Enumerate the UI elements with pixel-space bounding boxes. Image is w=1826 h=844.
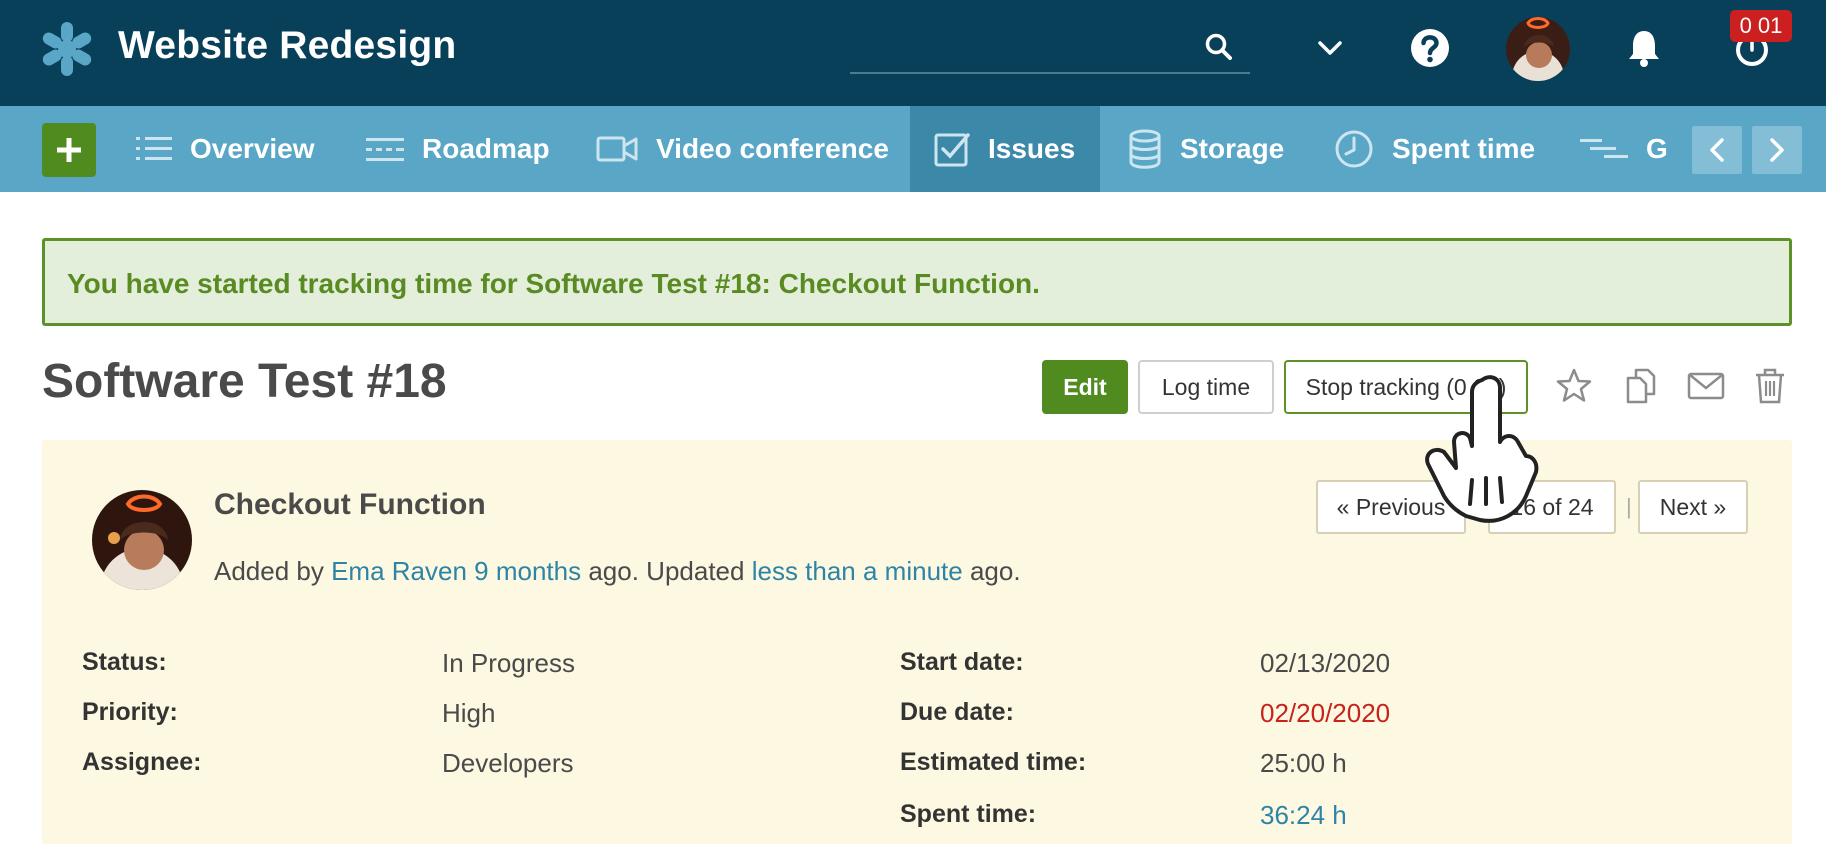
pager-separator: | [1626,494,1632,519]
copy-icon[interactable] [1620,366,1660,406]
tab-label: Issues [988,133,1076,164]
meta-middle: ago. Updated [581,556,752,586]
checkbox-icon [934,133,970,167]
search-icon[interactable] [1204,32,1234,62]
issue-meta: Added by Ema Raven 9 months ago. Updated… [214,556,1021,587]
spent-time-value[interactable]: 36:24 h [1260,800,1347,831]
clock-icon [1335,130,1373,168]
gantt-icon [1580,139,1628,158]
tab-label: Overview [190,133,315,164]
author-avatar[interactable] [92,490,192,590]
chevron-left-icon [1710,138,1724,162]
created-ago-link[interactable]: 9 months [474,556,581,586]
list-icon [136,137,172,160]
spent-time-label: Spent time: [900,800,1037,828]
assignee-label: Assignee: [82,748,202,776]
page-title: Software Test #18 [42,355,447,408]
hand-cursor-icon [1425,375,1539,523]
flash-notice: You have started tracking time for Softw… [42,238,1792,326]
start-date-value: 02/13/2020 [1260,648,1391,678]
tab-label: Video conference [656,133,889,164]
status-label: Status: [82,648,167,676]
tab-gantt[interactable]: G [1580,106,1668,192]
due-date-value: 02/20/2020 [1260,698,1391,728]
due-date-label: Due date: [900,698,1014,726]
estimated-time-label: Estimated time: [900,748,1087,776]
author-link[interactable]: Ema Raven [331,556,467,586]
tab-label: Roadmap [422,133,550,164]
tab-overview[interactable]: Overview [136,106,315,192]
estimated-time-value: 25:00 h [1260,748,1347,778]
help-icon[interactable] [1408,26,1452,70]
email-icon[interactable] [1686,366,1726,406]
tab-storage[interactable]: Storage [1128,106,1284,192]
priority-label: Priority: [82,698,178,726]
meta-suffix: ago. [962,556,1021,586]
issue-subject: Checkout Function [214,488,486,521]
log-time-button[interactable]: Log time [1138,360,1274,414]
star-icon[interactable] [1554,366,1594,406]
edit-button[interactable]: Edit [1042,360,1128,414]
top-header: Website Redesign 0 01 [0,0,1826,106]
tab-label: Storage [1180,133,1285,164]
nav-scroll-left-button[interactable] [1692,126,1742,174]
updated-ago-link[interactable]: less than a minute [752,556,963,586]
tab-label: Spent time [1392,133,1536,164]
database-icon [1129,129,1161,169]
assignee-value: Developers [442,748,574,778]
tab-issues[interactable]: Issues [910,106,1100,192]
project-nav: Overview Roadmap Video conference Issues [0,106,1826,192]
search-input[interactable] [850,24,1250,74]
bell-icon[interactable] [1622,26,1666,70]
next-issue-button[interactable]: Next » [1638,480,1748,534]
tab-video-conference[interactable]: Video conference [596,106,889,192]
meta-prefix: Added by [214,556,332,586]
logo-icon[interactable] [40,22,94,76]
start-date-label: Start date: [900,648,1024,676]
flash-message: You have started tracking time for Softw… [67,268,1040,299]
avatar[interactable] [1506,17,1570,81]
video-icon [596,136,638,162]
new-item-button[interactable] [42,123,96,177]
project-title[interactable]: Website Redesign [118,24,456,68]
chevron-right-icon [1770,138,1784,162]
chevron-down-icon[interactable] [1308,26,1352,70]
timer-badge[interactable]: 0 01 [1730,10,1792,42]
status-value: In Progress [442,648,575,678]
priority-value: High [442,698,496,728]
plus-icon [57,138,81,162]
tab-spent-time[interactable]: Spent time [1334,106,1535,192]
trash-icon[interactable] [1750,366,1790,406]
tab-roadmap[interactable]: Roadmap [366,106,550,192]
tab-label: G [1646,133,1668,164]
roadmap-icon [366,138,404,161]
nav-scroll-right-button[interactable] [1752,126,1802,174]
